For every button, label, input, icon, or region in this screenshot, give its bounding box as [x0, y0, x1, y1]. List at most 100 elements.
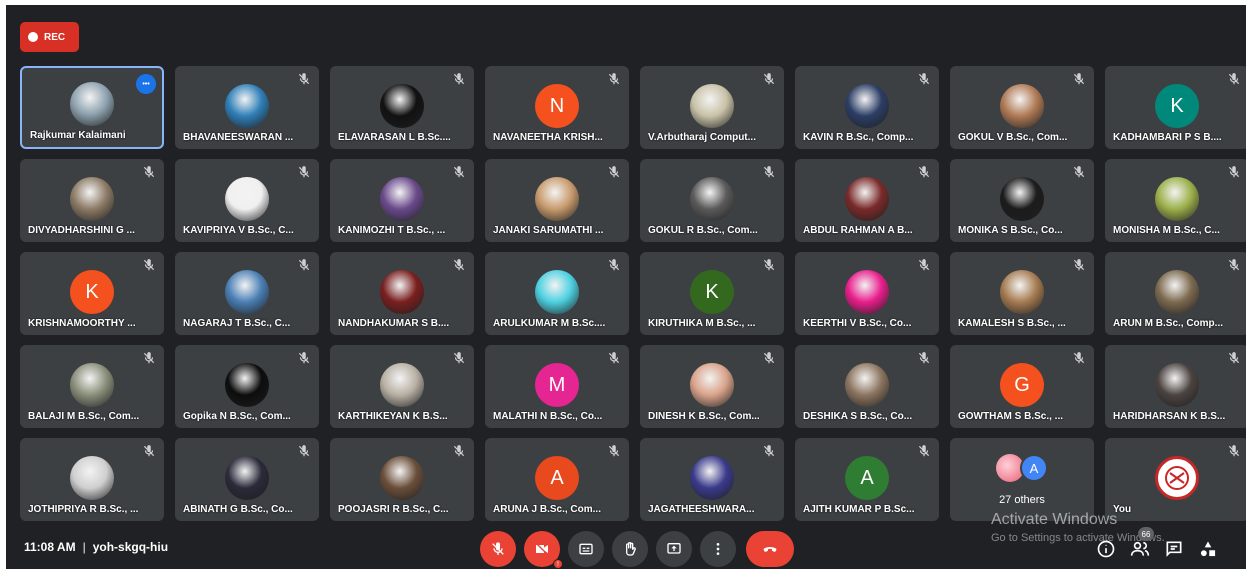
participant-tile[interactable]: V.Arbutharaj Comput...: [640, 66, 784, 149]
mic-muted-icon: [917, 258, 931, 272]
participant-tile[interactable]: A 27 others: [950, 438, 1094, 521]
participant-tile[interactable]: DINESH K B.Sc., Com...: [640, 345, 784, 428]
participant-tile[interactable]: JANAKI SARUMATHI ...: [485, 159, 629, 242]
recording-badge: REC: [20, 22, 79, 52]
participant-tile[interactable]: KEERTHI V B.Sc., Co...: [795, 252, 939, 335]
mic-muted-icon: [1227, 72, 1241, 86]
participant-name: KADHAMBARI P S B....: [1113, 132, 1222, 143]
mic-muted-icon: [762, 72, 776, 86]
participant-tile[interactable]: G GOWTHAM S B.Sc., ...: [950, 345, 1094, 428]
participant-tile[interactable]: KAMALESH S B.Sc., ...: [950, 252, 1094, 335]
mic-muted-icon: [297, 444, 311, 458]
raise-hand-button[interactable]: [612, 531, 648, 567]
present-button[interactable]: [656, 531, 692, 567]
record-dot-icon: [28, 32, 38, 42]
participant-tile[interactable]: NANDHAKUMAR S B....: [330, 252, 474, 335]
participant-tile[interactable]: GOKUL V B.Sc., Com...: [950, 66, 1094, 149]
participant-name: ABINATH G B.Sc., Co...: [183, 504, 293, 515]
participant-tile[interactable]: GOKUL R B.Sc., Com...: [640, 159, 784, 242]
participant-tile[interactable]: K KRISHNAMOORTHY ...: [20, 252, 164, 335]
avatar: A: [845, 456, 889, 500]
participant-tile[interactable]: KANIMOZHI T B.Sc., ...: [330, 159, 474, 242]
activities-button[interactable]: [1196, 537, 1220, 561]
avatar: [845, 84, 889, 128]
participant-tile[interactable]: HARIDHARSAN K B.S...: [1105, 345, 1246, 428]
details-separator: |: [82, 540, 86, 554]
participant-name: GOWTHAM S B.Sc., ...: [958, 411, 1064, 422]
participant-tile[interactable]: N NAVANEETHA KRISH...: [485, 66, 629, 149]
mic-button[interactable]: [480, 531, 516, 567]
participant-tile[interactable]: A ARUNA J B.Sc., Com...: [485, 438, 629, 521]
participant-tile[interactable]: POOJASRI R B.Sc., C...: [330, 438, 474, 521]
participant-tile[interactable]: DESHIKA S B.Sc., Co...: [795, 345, 939, 428]
mic-muted-icon: [297, 258, 311, 272]
avatar: G: [1000, 363, 1044, 407]
tile-options-icon[interactable]: •••: [136, 74, 156, 94]
participant-tile[interactable]: DIVYADHARSHINI G ...: [20, 159, 164, 242]
avatar: [845, 270, 889, 314]
participant-name: KRISHNAMOORTHY ...: [28, 318, 136, 329]
participant-tile[interactable]: JAGATHEESHWARA...: [640, 438, 784, 521]
participant-tile[interactable]: ABINATH G B.Sc., Co...: [175, 438, 319, 521]
participant-tile[interactable]: M MALATHI N B.Sc., Co...: [485, 345, 629, 428]
avatar: [535, 177, 579, 221]
avatar: [1155, 363, 1199, 407]
participant-tile[interactable]: ARULKUMAR M B.Sc....: [485, 252, 629, 335]
avatar: [70, 363, 114, 407]
recording-label: REC: [44, 31, 66, 43]
avatar: [1155, 456, 1199, 500]
camera-button[interactable]: !: [524, 531, 563, 569]
participant-name: KAVIPRIYA V B.Sc., C...: [183, 225, 294, 236]
participant-name: Gopika N B.Sc., Com...: [183, 411, 291, 422]
participant-tile[interactable]: ARUN M B.Sc., Comp...: [1105, 252, 1246, 335]
chat-icon: [1166, 541, 1182, 557]
participant-tile[interactable]: MONISHA M B.Sc., C...: [1105, 159, 1246, 242]
activities-icon: [1200, 541, 1216, 557]
participant-tile[interactable]: Gopika N B.Sc., Com...: [175, 345, 319, 428]
participant-name: KIRUTHIKA M B.Sc., ...: [648, 318, 756, 329]
more-options-button[interactable]: [700, 531, 736, 567]
mic-muted-icon: [142, 258, 156, 272]
mic-muted-icon: [452, 444, 466, 458]
avatar: [690, 84, 734, 128]
participant-tile[interactable]: You: [1105, 438, 1246, 521]
mic-muted-icon: [607, 165, 621, 179]
participant-tile[interactable]: K KIRUTHIKA M B.Sc., ...: [640, 252, 784, 335]
participant-tile[interactable]: JOTHIPRIYA R B.Sc., ...: [20, 438, 164, 521]
participant-name: You: [1113, 504, 1132, 515]
mic-muted-icon: [1227, 444, 1241, 458]
participant-tile[interactable]: KAVIN R B.Sc., Comp...: [795, 66, 939, 149]
participant-name: MONIKA S B.Sc., Co...: [958, 225, 1063, 236]
meeting-info-button[interactable]: [1094, 537, 1118, 561]
participant-name: GOKUL R B.Sc., Com...: [648, 225, 758, 236]
camera-off-icon: [535, 542, 549, 556]
participant-name: NANDHAKUMAR S B....: [338, 318, 450, 329]
mic-muted-icon: [917, 351, 931, 365]
participant-tile[interactable]: ABDUL RAHMAN A B...: [795, 159, 939, 242]
participant-tile[interactable]: KAVIPRIYA V B.Sc., C...: [175, 159, 319, 242]
participant-tile[interactable]: BALAJI M B.Sc., Com...: [20, 345, 164, 428]
mic-muted-icon: [297, 72, 311, 86]
mic-muted-icon: [1072, 351, 1086, 365]
participant-tile[interactable]: NAGARAJ T B.Sc., C...: [175, 252, 319, 335]
meeting-details[interactable]: 11:08 AM | yoh-skgq-hiu: [24, 540, 168, 554]
participant-tile[interactable]: ••• Rajkumar Kalaimani: [20, 66, 164, 149]
people-button[interactable]: 66: [1128, 527, 1154, 561]
avatar: M: [535, 363, 579, 407]
participant-name: Rajkumar Kalaimani: [30, 130, 126, 141]
participant-tile[interactable]: BHAVANEESWARAN ...: [175, 66, 319, 149]
meeting-time: 11:08 AM: [24, 540, 76, 554]
captions-button[interactable]: [568, 531, 604, 567]
chat-button[interactable]: [1162, 537, 1186, 561]
participant-tile[interactable]: MONIKA S B.Sc., Co...: [950, 159, 1094, 242]
participant-tile[interactable]: A AJITH KUMAR P B.Sc...: [795, 438, 939, 521]
participant-tile[interactable]: K KADHAMBARI P S B....: [1105, 66, 1246, 149]
mic-muted-icon: [1227, 165, 1241, 179]
participant-tile[interactable]: ELAVARASAN L B.Sc....: [330, 66, 474, 149]
participant-name: ARUN M B.Sc., Comp...: [1113, 318, 1224, 329]
participant-tile[interactable]: KARTHIKEYAN K B.S...: [330, 345, 474, 428]
participant-name: JAGATHEESHWARA...: [648, 504, 755, 515]
participant-name: NAGARAJ T B.Sc., C...: [183, 318, 291, 329]
end-call-button[interactable]: [746, 531, 794, 567]
avatar: [380, 363, 424, 407]
